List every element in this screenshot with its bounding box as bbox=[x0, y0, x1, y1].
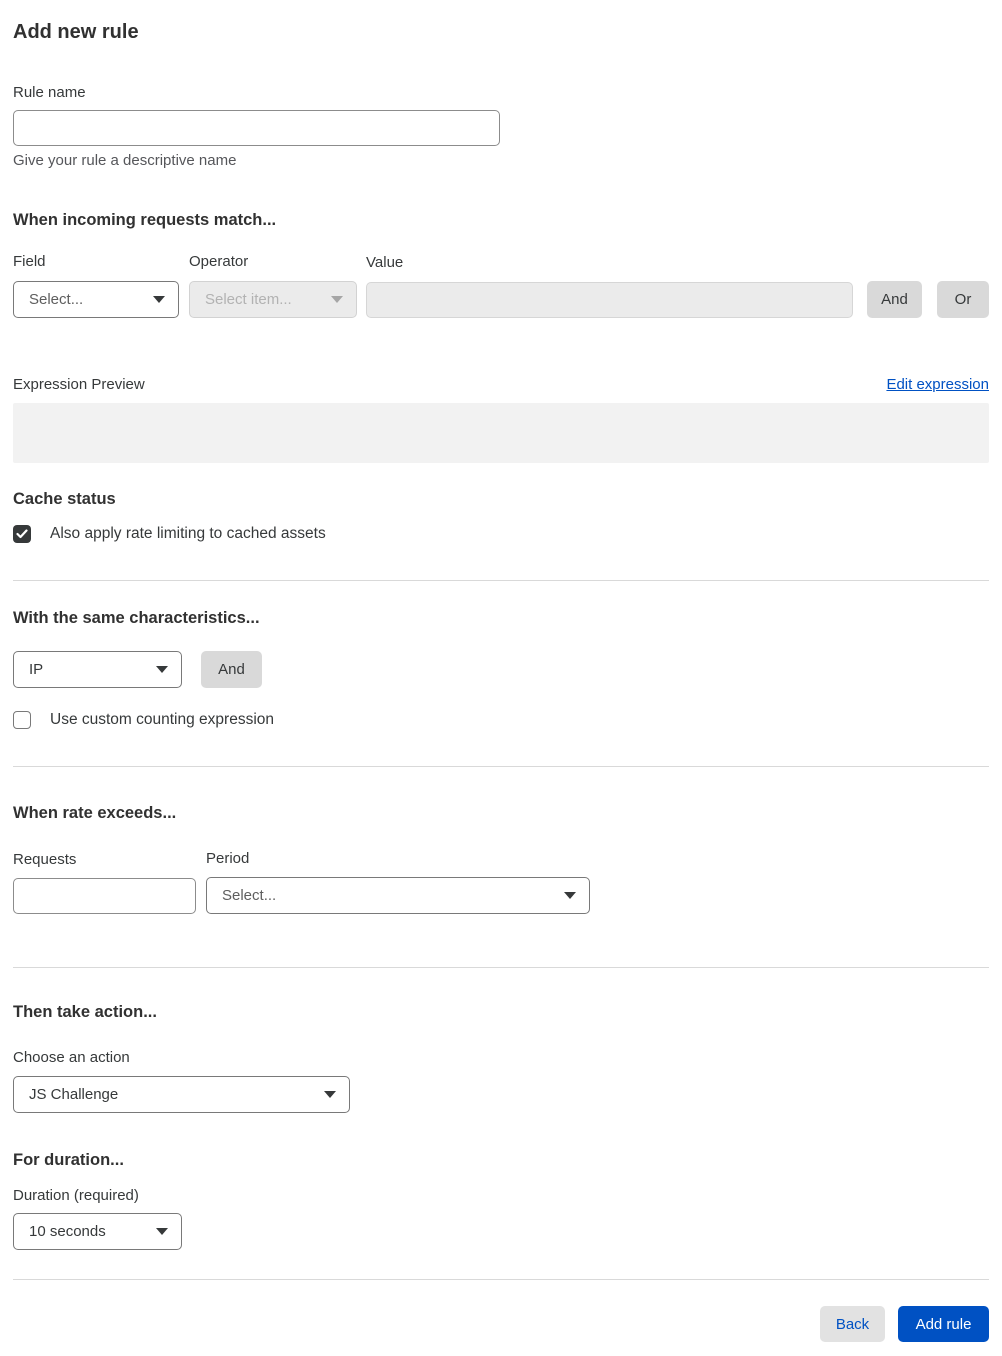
field-select-value: Select... bbox=[29, 291, 84, 308]
operator-select: Select item... bbox=[189, 281, 357, 318]
add-rule-form: Add new rule Rule name Give your rule a … bbox=[0, 21, 1002, 1356]
chevron-down-icon bbox=[153, 296, 165, 303]
operator-label: Operator bbox=[189, 253, 249, 270]
characteristic-select[interactable]: IP bbox=[13, 651, 182, 688]
value-input bbox=[366, 282, 853, 318]
period-select-value: Select... bbox=[222, 887, 277, 904]
action-select-value: JS Challenge bbox=[29, 1086, 119, 1103]
chevron-down-icon bbox=[331, 296, 343, 303]
section-divider bbox=[13, 766, 989, 767]
chevron-down-icon bbox=[156, 1228, 168, 1235]
expression-preview-header: Expression Preview Edit expression bbox=[13, 376, 989, 393]
period-select[interactable]: Select... bbox=[206, 877, 590, 914]
custom-counting-label: Use custom counting expression bbox=[50, 711, 275, 728]
footer-divider bbox=[13, 1279, 989, 1280]
field-select[interactable]: Select... bbox=[13, 281, 179, 318]
rule-name-helper: Give your rule a descriptive name bbox=[13, 152, 237, 169]
match-expression-row: Field Select... Operator Select item... … bbox=[13, 253, 989, 318]
action-select[interactable]: JS Challenge bbox=[13, 1076, 350, 1113]
characteristics-row: IP And bbox=[13, 651, 989, 688]
duration-heading: For duration... bbox=[13, 1151, 124, 1169]
period-label: Period bbox=[206, 850, 250, 867]
requests-input[interactable] bbox=[13, 878, 196, 914]
field-label: Field bbox=[13, 253, 46, 270]
or-button[interactable]: Or bbox=[937, 281, 989, 318]
characteristics-heading: With the same characteristics... bbox=[13, 609, 260, 627]
section-divider bbox=[13, 580, 989, 581]
edit-expression-link[interactable]: Edit expression bbox=[886, 376, 989, 393]
rule-name-input[interactable] bbox=[13, 110, 500, 146]
add-rule-button[interactable]: Add rule bbox=[898, 1306, 989, 1342]
rate-row: Requests Period Select... bbox=[13, 850, 989, 914]
chevron-down-icon bbox=[564, 892, 576, 899]
operator-select-value: Select item... bbox=[205, 291, 292, 308]
choose-action-label: Choose an action bbox=[13, 1049, 130, 1066]
section-divider bbox=[13, 967, 989, 968]
duration-select-value: 10 seconds bbox=[29, 1223, 106, 1240]
counting-expression-checkbox-row: Use custom counting expression bbox=[13, 711, 989, 729]
page-title: Add new rule bbox=[13, 21, 139, 43]
action-heading: Then take action... bbox=[13, 1003, 157, 1021]
chevron-down-icon bbox=[156, 666, 168, 673]
chevron-down-icon bbox=[324, 1091, 336, 1098]
cache-status-checkbox-row: Also apply rate limiting to cached asset… bbox=[13, 525, 989, 543]
checkmark-icon bbox=[16, 529, 28, 539]
custom-counting-checkbox[interactable] bbox=[13, 711, 31, 729]
value-label: Value bbox=[366, 254, 404, 271]
and-button[interactable]: And bbox=[867, 281, 922, 318]
duration-label: Duration (required) bbox=[13, 1187, 139, 1204]
cached-assets-label: Also apply rate limiting to cached asset… bbox=[50, 525, 326, 542]
requests-label: Requests bbox=[13, 851, 77, 868]
characteristic-and-button[interactable]: And bbox=[201, 651, 262, 688]
rate-heading: When rate exceeds... bbox=[13, 804, 177, 822]
characteristic-select-value: IP bbox=[29, 661, 44, 678]
cached-assets-checkbox[interactable] bbox=[13, 525, 31, 543]
back-button[interactable]: Back bbox=[820, 1306, 885, 1342]
footer-actions: Back Add rule bbox=[13, 1306, 989, 1342]
expression-preview-box bbox=[13, 403, 989, 463]
cache-status-heading: Cache status bbox=[13, 490, 116, 508]
match-section-heading: When incoming requests match... bbox=[13, 211, 277, 229]
duration-select[interactable]: 10 seconds bbox=[13, 1213, 182, 1250]
rule-name-label: Rule name bbox=[13, 84, 86, 101]
expression-preview-label: Expression Preview bbox=[13, 376, 145, 393]
